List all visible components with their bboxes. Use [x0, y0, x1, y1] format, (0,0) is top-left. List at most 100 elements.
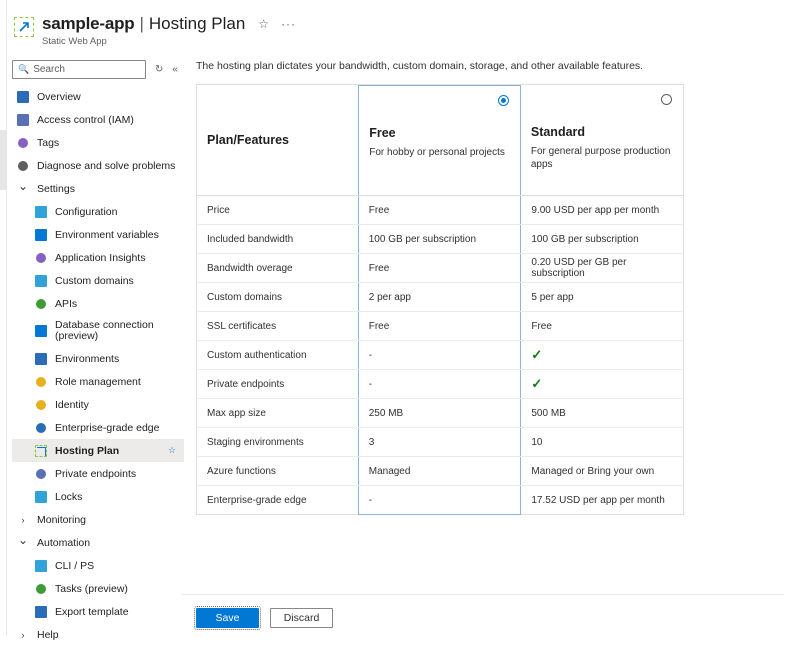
sidebar-item-label: Export template: [55, 606, 129, 618]
sidebar-item-label: Database connection (preview): [55, 320, 184, 342]
search-box[interactable]: 🔍: [12, 60, 146, 79]
plan-header-cell-standard[interactable]: StandardFor general purpose production a…: [521, 85, 684, 196]
scroll-thumb[interactable]: [0, 130, 7, 190]
feature-name-cell: SSL certificates: [197, 312, 359, 341]
sidebar-item-label: Private endpoints: [55, 468, 136, 480]
tasks-icon: [34, 582, 48, 596]
table-row: Azure functionsManagedManaged or Bring y…: [197, 457, 684, 486]
table-row: Staging environments310: [197, 428, 684, 457]
main-content: The hosting plan dictates your bandwidth…: [196, 60, 786, 515]
plan-header-cell-free[interactable]: FreeFor hobby or personal projects: [358, 85, 521, 196]
sidebar-item-tasks-preview[interactable]: Tasks (preview): [12, 577, 184, 600]
free-value-cell: Free: [358, 254, 521, 283]
sidebar-item-monitoring[interactable]: ›Monitoring: [12, 508, 184, 531]
sidebar-item-label: Help: [37, 629, 59, 641]
free-value-cell: 2 per app: [358, 283, 521, 312]
title-separator: |: [139, 14, 143, 34]
free-value-cell: -: [358, 486, 521, 515]
sidebar-item-label: Environment variables: [55, 229, 159, 241]
sidebar-item-custom-domains[interactable]: Custom domains: [12, 269, 184, 292]
feature-name-cell: Enterprise-grade edge: [197, 486, 359, 515]
refresh-icon[interactable]: ↻: [155, 65, 163, 75]
overview-icon: [16, 90, 30, 104]
sidebar-item-export-template[interactable]: Export template: [12, 600, 184, 623]
sidebar-item-settings[interactable]: ⌄Settings: [12, 177, 184, 200]
sidebar-item-label: Automation: [37, 537, 90, 549]
sidebar-item-diagnose-and-solve-problems[interactable]: Diagnose and solve problems: [12, 154, 184, 177]
sidebar-item-locks[interactable]: Locks: [12, 485, 184, 508]
search-input[interactable]: [33, 64, 140, 75]
page-scroll-rail[interactable]: [0, 0, 7, 636]
pinned-star-icon[interactable]: ☆: [168, 445, 176, 456]
more-options-ellipsis-icon[interactable]: ···: [281, 18, 296, 30]
sidebar-nav-list: Overview Access control (IAM) Tags Diagnose…: [12, 85, 184, 646]
standard-value-cell: 10: [521, 428, 684, 457]
hosting-plan-icon: [34, 444, 48, 458]
sidebar-item-identity[interactable]: Identity: [12, 393, 184, 416]
search-icon: 🔍: [18, 64, 29, 75]
free-value-cell: 3: [358, 428, 521, 457]
configuration-icon: [34, 205, 48, 219]
table-row: SSL certificatesFreeFree: [197, 312, 684, 341]
sidebar-item-apis[interactable]: APIs: [12, 292, 184, 315]
standard-value-cell: ✓: [521, 370, 684, 399]
free-value-cell: -: [358, 370, 521, 399]
sidebar-item-label: Application Insights: [55, 252, 145, 264]
plan-radio-free[interactable]: [498, 95, 509, 106]
feature-column-header-cell: Plan/Features: [197, 85, 359, 196]
sidebar-item-access-control-iam[interactable]: Access control (IAM): [12, 108, 184, 131]
sidebar-item-label: Custom domains: [55, 275, 134, 287]
collapse-menu-icon[interactable]: «: [172, 65, 178, 75]
standard-value-cell: ✓: [521, 341, 684, 370]
sidebar-item-enterprise-grade-edge[interactable]: Enterprise-grade edge: [12, 416, 184, 439]
tags-icon: [16, 136, 30, 150]
favorite-star-icon[interactable]: ☆: [258, 18, 269, 30]
sidebar-item-cli-ps[interactable]: CLI / PS: [12, 554, 184, 577]
sidebar-item-overview[interactable]: Overview: [12, 85, 184, 108]
database-icon: [34, 324, 48, 338]
table-row: Custom domains2 per app5 per app: [197, 283, 684, 312]
sidebar-item-environment-variables[interactable]: Environment variables: [12, 223, 184, 246]
sidebar-item-application-insights[interactable]: Application Insights: [12, 246, 184, 269]
sidebar-item-role-management[interactable]: Role management: [12, 370, 184, 393]
plan-card-standard[interactable]: StandardFor general purpose production a…: [521, 85, 683, 195]
access-control-icon: [16, 113, 30, 127]
standard-value-cell: Free: [521, 312, 684, 341]
sidebar-item-label: Tags: [37, 137, 59, 149]
environment-variables-icon: [34, 228, 48, 242]
plan-radio-standard[interactable]: [661, 94, 672, 105]
plan-tagline: For general purpose production apps: [531, 145, 673, 171]
sidebar-item-label: Locks: [55, 491, 82, 503]
sidebar-item-help[interactable]: ›Help: [12, 623, 184, 646]
plan-tagline: For hobby or personal projects: [369, 146, 510, 159]
plan-card-free[interactable]: FreeFor hobby or personal projects: [358, 85, 521, 195]
sidebar-item-configuration[interactable]: Configuration: [12, 200, 184, 223]
plan-header-row: Plan/FeaturesFreeFor hobby or personal p…: [197, 85, 684, 196]
sidebar-item-automation[interactable]: ⌄Automation: [12, 531, 184, 554]
feature-name-cell: Bandwidth overage: [197, 254, 359, 283]
sidebar-item-tags[interactable]: Tags: [12, 131, 184, 154]
sidebar-item-hosting-plan[interactable]: Hosting Plan☆: [12, 439, 184, 462]
standard-value-cell: 17.52 USD per app per month: [521, 486, 684, 515]
discard-button[interactable]: Discard: [270, 608, 333, 628]
free-value-cell: -: [358, 341, 521, 370]
feature-name-cell: Custom domains: [197, 283, 359, 312]
static-web-app-icon: [14, 17, 34, 37]
sidebar-item-private-endpoints[interactable]: Private endpoints: [12, 462, 184, 485]
standard-value-cell: 100 GB per subscription: [521, 225, 684, 254]
sidebar-item-label: Access control (IAM): [37, 114, 134, 126]
hosting-plan-description: The hosting plan dictates your bandwidth…: [196, 60, 786, 72]
save-button[interactable]: Save: [196, 608, 259, 628]
checkmark-icon: ✓: [531, 376, 542, 391]
footer-divider: [181, 594, 784, 595]
cli-icon: [34, 559, 48, 573]
sidebar-item-label: APIs: [55, 298, 77, 310]
sidebar-item-label: Diagnose and solve problems: [37, 160, 175, 172]
feature-name-cell: Max app size: [197, 399, 359, 428]
free-value-cell: Free: [358, 196, 521, 225]
sidebar-item-database-connection-preview[interactable]: Database connection (preview): [12, 315, 184, 347]
feature-name-cell: Private endpoints: [197, 370, 359, 399]
feature-name-cell: Azure functions: [197, 457, 359, 486]
sidebar-item-environments[interactable]: Environments: [12, 347, 184, 370]
resource-type-subtitle: Static Web App: [42, 36, 296, 47]
